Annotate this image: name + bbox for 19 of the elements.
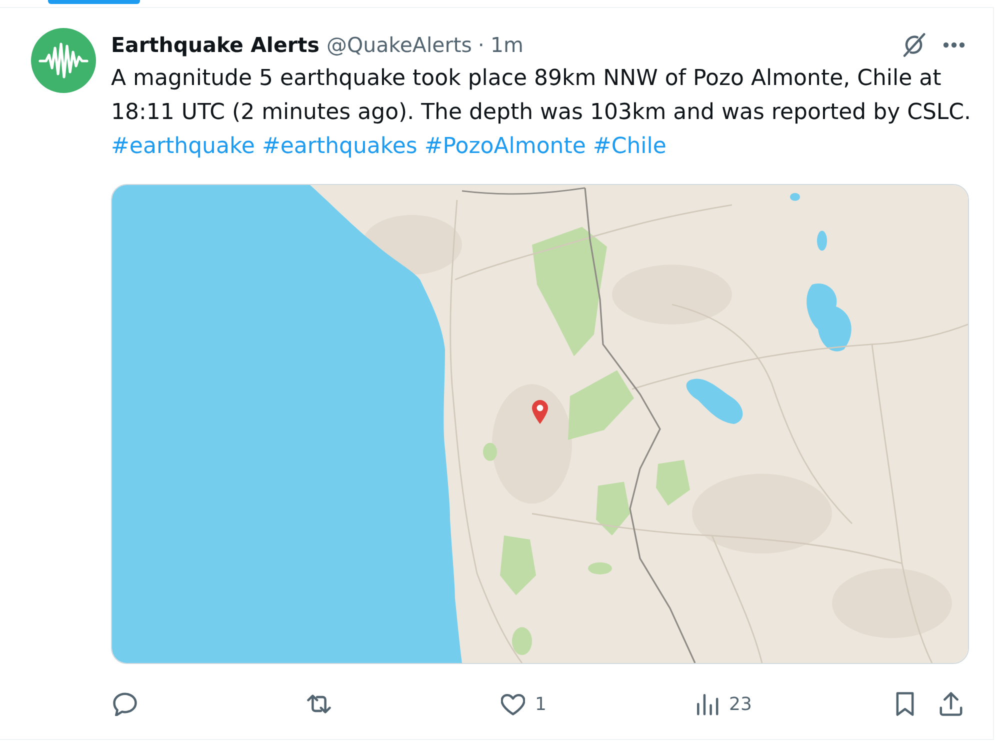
- more-icon[interactable]: [943, 42, 965, 48]
- author-handle[interactable]: @QuakeAlerts: [326, 33, 472, 57]
- share-button[interactable]: [939, 692, 963, 716]
- hashtag-link[interactable]: #PozoAlmonte: [424, 130, 586, 164]
- hashtag-link[interactable]: #earthquake: [111, 130, 255, 164]
- map-pin-icon: [531, 399, 549, 425]
- hashtag-link[interactable]: #earthquakes: [262, 130, 418, 164]
- views-button[interactable]: [695, 692, 719, 716]
- post-text: A magnitude 5 earthquake took place 89km NNW of Pozo Almonte, Chile at 18:11 UTC (2 minutes ago). The depth was 103km and was reported by CSLC.: [111, 65, 972, 127]
- like-button[interactable]: [501, 692, 525, 716]
- reply-button[interactable]: [113, 692, 137, 716]
- hashtag-link[interactable]: #Chile: [592, 130, 666, 164]
- waveform-avatar-icon[interactable]: [31, 28, 96, 93]
- author-name[interactable]: Earthquake Alerts: [111, 33, 320, 57]
- separator-dot: ·: [478, 33, 484, 57]
- post-time[interactable]: 1m: [490, 33, 524, 57]
- like-count: 1: [535, 694, 546, 714]
- repost-button[interactable]: [307, 692, 331, 716]
- views-count: 23: [729, 694, 752, 714]
